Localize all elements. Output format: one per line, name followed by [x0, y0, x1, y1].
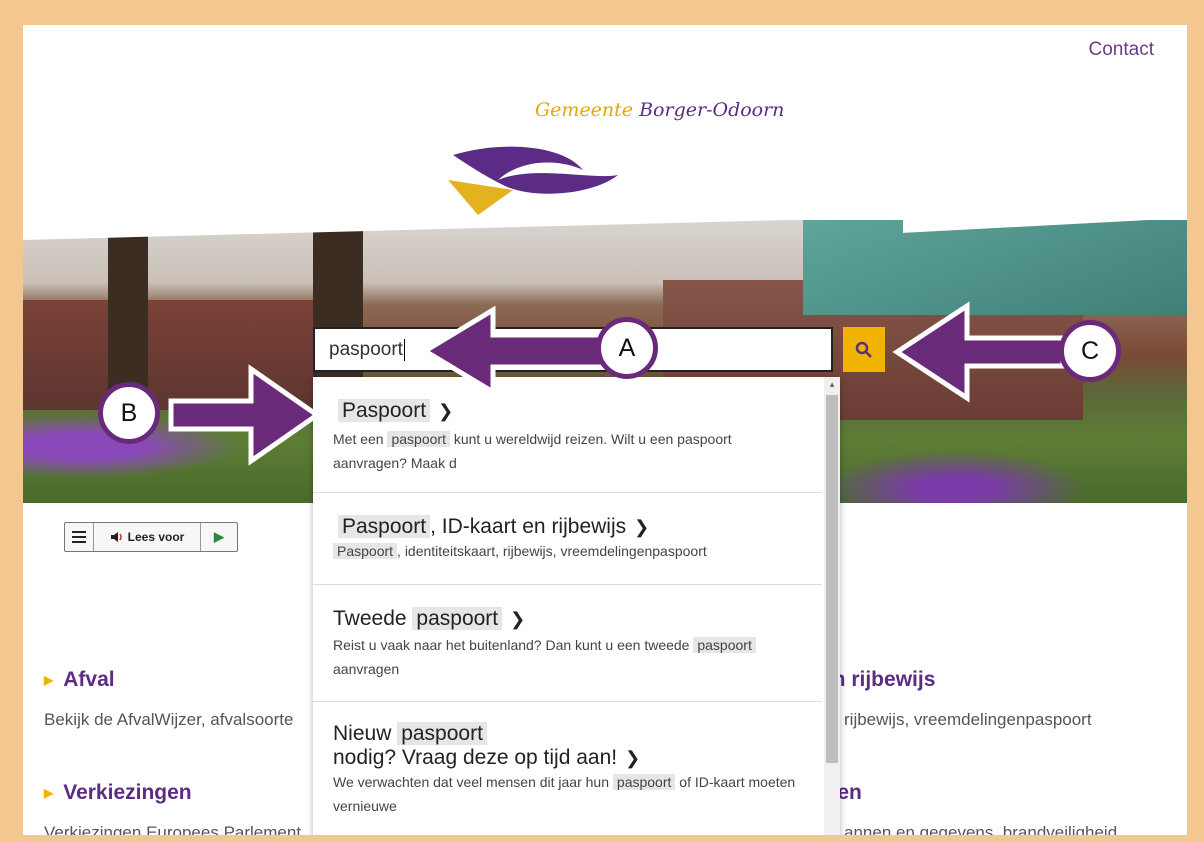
search-value: paspoort — [329, 339, 403, 360]
suggestion-text: Reist u vaak naar het buitenland? Dan ku… — [333, 637, 690, 653]
suggestion-text: aanvragen — [333, 661, 400, 677]
speaker-icon — [110, 532, 122, 542]
contact-link[interactable]: Contact — [1089, 39, 1154, 61]
annotation-label-b: B — [98, 382, 160, 444]
chevron-right-icon: ❯ — [438, 401, 454, 421]
triangle-icon: ▶ — [44, 786, 54, 801]
category-title: Afval — [63, 668, 115, 691]
search-suggestions: Paspoort ❯ Met een paspoort kunt u wereld… — [313, 377, 840, 835]
suggestion-title: Tweede — [333, 607, 407, 630]
read-aloud-toolbar: Lees voor ▶ — [64, 522, 238, 552]
search-button[interactable] — [843, 327, 885, 372]
suggestion-title: Nieuw — [333, 722, 392, 745]
category-description: rijbewijs, vreemdelingenpaspoort — [844, 710, 1092, 729]
play-icon[interactable]: ▶ — [201, 523, 237, 551]
suggestion-title: Paspoort — [338, 515, 431, 538]
suggestion-item[interactable]: Tweede paspoort ❯ Reist u vaak naar het b… — [313, 585, 822, 702]
annotation-label-a: A — [596, 317, 658, 379]
page: Contact Gemeente Borger-Odoorn Lees voor… — [23, 25, 1187, 835]
triangle-icon: ▶ — [44, 673, 54, 688]
chevron-right-icon: ❯ — [510, 609, 526, 629]
suggestion-text: , identiteitskaart, rijbewijs, vreemdeli… — [397, 543, 707, 559]
suggestion-title: nodig? Vraag deze op tijd aan! — [333, 746, 618, 769]
suggestion-highlight: paspoort — [693, 637, 756, 653]
suggestion-title: Paspoort — [338, 399, 431, 422]
annotation-label-c: C — [1059, 320, 1121, 382]
annotation-arrow-c — [892, 301, 1066, 403]
suggestion-highlight: paspoort — [612, 774, 676, 790]
read-aloud-button[interactable]: Lees voor — [94, 523, 201, 551]
chevron-right-icon: ❯ — [634, 517, 650, 537]
brand-word-gemeente: Gemeente — [535, 99, 634, 121]
annotation-arrow-b — [168, 364, 322, 466]
suggestion-text: We verwachten dat veel mensen dit jaar h… — [333, 774, 610, 790]
category-description: Bekijk de AfvalWijzer, afvalsoorte — [44, 710, 294, 729]
scroll-thumb[interactable] — [826, 395, 838, 763]
menu-icon[interactable] — [65, 523, 94, 551]
brand-word-municipality: Borger-Odoorn — [639, 99, 785, 121]
suggestion-highlight: Paspoort — [333, 543, 398, 559]
suggestion-title-highlight: paspoort — [397, 722, 487, 745]
search-icon — [855, 341, 872, 358]
chevron-right-icon: ❯ — [625, 748, 641, 768]
suggestion-item[interactable]: Nieuw paspoort nodig? Vraag deze op tijd… — [313, 702, 822, 835]
suggestion-text: Met een — [333, 431, 384, 447]
scrollbar[interactable]: ▲ — [824, 377, 840, 835]
category-verkiezingen[interactable]: ▶ Verkiezingen — [44, 781, 192, 805]
category-description: Verkiezingen Europees Parlement — [44, 823, 302, 835]
category-afval[interactable]: ▶ Afval — [44, 668, 115, 692]
read-aloud-label: Lees voor — [127, 530, 185, 544]
suggestion-item[interactable]: Paspoort, ID-kaart en rijbewijs ❯ Paspoor… — [313, 493, 822, 585]
scroll-up-icon[interactable]: ▲ — [828, 380, 836, 389]
brand-name: Gemeente Borger-Odoorn — [535, 99, 784, 121]
suggestion-title-highlight: paspoort — [412, 607, 503, 630]
suggestion-title: , ID-kaart en rijbewijs — [430, 515, 627, 538]
suggestion-highlight: paspoort — [387, 431, 450, 447]
category-title: Verkiezingen — [63, 781, 192, 804]
municipality-logo[interactable] — [443, 135, 623, 215]
category-description: annen en gegevens, brandveiligheid — [844, 823, 1118, 835]
text-caret — [403, 338, 405, 361]
